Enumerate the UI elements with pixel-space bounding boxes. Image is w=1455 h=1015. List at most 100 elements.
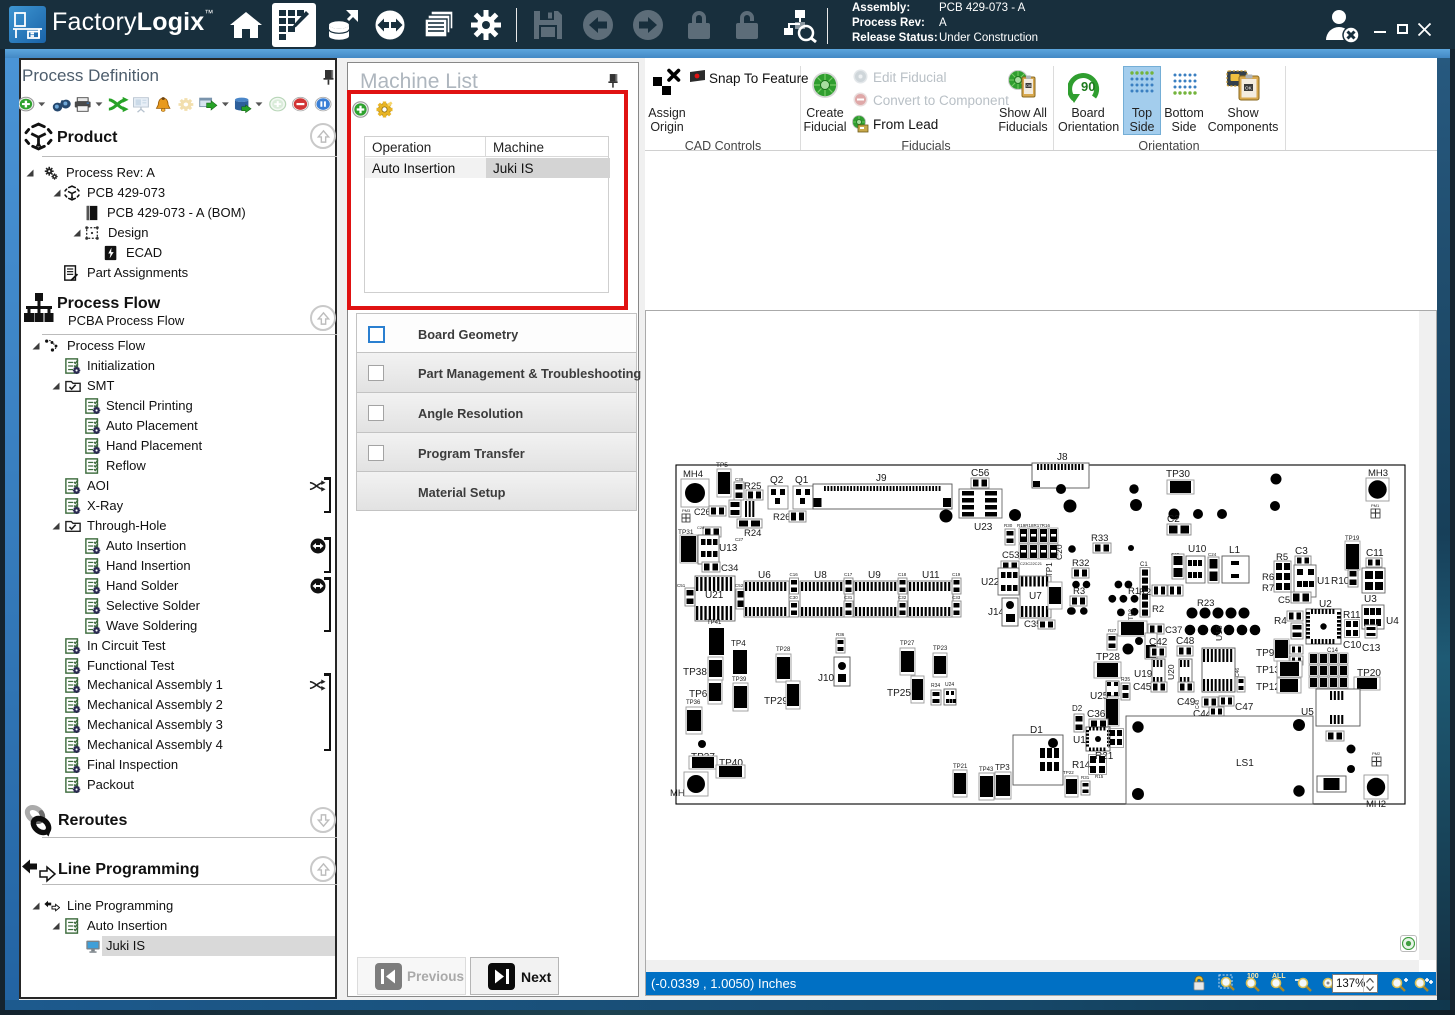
- svg-text:TP21: TP21: [953, 764, 968, 770]
- svg-text:R34: R34: [931, 683, 940, 689]
- svg-text:TP36: TP36: [686, 700, 701, 706]
- svg-text:R2: R2: [1152, 604, 1164, 615]
- svg-text:C32: C32: [898, 595, 907, 600]
- svg-text:R6: R6: [1262, 572, 1274, 583]
- svg-text:TP5: TP5: [716, 462, 728, 469]
- svg-text:TP23: TP23: [933, 646, 948, 652]
- svg-text:U9: U9: [868, 570, 881, 581]
- svg-text:R10: R10: [1331, 576, 1350, 587]
- svg-text:U19: U19: [1134, 669, 1153, 680]
- svg-text:C20: C20: [1054, 544, 1064, 560]
- svg-text:TP28: TP28: [776, 647, 791, 653]
- svg-text:TP29: TP29: [764, 696, 788, 707]
- svg-text:PM2: PM2: [1372, 751, 1381, 756]
- svg-text:C18: C18: [898, 572, 907, 577]
- svg-text:C43: C43: [1195, 700, 1201, 709]
- svg-text:U13: U13: [719, 543, 738, 554]
- svg-text:R32: R32: [1072, 558, 1089, 569]
- svg-text:MH2: MH2: [1366, 799, 1386, 810]
- svg-text:TP25: TP25: [887, 688, 911, 699]
- svg-text:TP30: TP30: [1166, 469, 1190, 480]
- svg-text:L1: L1: [1229, 545, 1241, 556]
- svg-text:C10: C10: [1343, 640, 1362, 651]
- svg-text:U6: U6: [758, 570, 771, 581]
- svg-text:C51: C51: [677, 583, 686, 588]
- svg-text:U7: U7: [1029, 591, 1042, 602]
- svg-text:90: 90: [1081, 79, 1095, 94]
- svg-text:U18: U18: [1214, 625, 1224, 641]
- svg-text:Q1: Q1: [795, 475, 809, 486]
- svg-text:J8: J8: [1057, 452, 1068, 463]
- svg-text:R30: R30: [1004, 523, 1013, 528]
- svg-text:R14: R14: [1072, 760, 1091, 771]
- svg-text:TP43: TP43: [979, 767, 994, 773]
- svg-text:MH3: MH3: [1368, 468, 1388, 479]
- svg-text:C48: C48: [1176, 636, 1195, 647]
- svg-text:TP3: TP3: [1129, 608, 1135, 620]
- svg-text:C30: C30: [790, 595, 799, 600]
- svg-text:TP1: TP1: [1045, 562, 1054, 577]
- svg-text:U23: U23: [974, 522, 993, 533]
- svg-text:C53: C53: [1002, 550, 1019, 561]
- svg-text:U22: U22: [981, 577, 1000, 588]
- svg-text:C33: C33: [952, 595, 961, 600]
- svg-text:C42: C42: [1149, 637, 1168, 648]
- svg-text:C17: C17: [844, 572, 853, 577]
- svg-text:R26: R26: [773, 512, 790, 523]
- svg-text:C49: C49: [1177, 697, 1196, 708]
- svg-text:C27: C27: [735, 537, 744, 542]
- svg-text:D2: D2: [1072, 704, 1083, 713]
- svg-text:C13: C13: [1362, 643, 1381, 654]
- svg-text:C45: C45: [1133, 682, 1152, 693]
- svg-text:C52: C52: [735, 583, 744, 588]
- svg-text:TP41: TP41: [707, 620, 722, 626]
- svg-text:R19R18R17R16: R19R18R17R16: [1017, 523, 1051, 528]
- svg-text:TP3: TP3: [995, 763, 1010, 772]
- svg-text:R35: R35: [1121, 677, 1130, 683]
- svg-text:R27: R27: [1108, 628, 1117, 633]
- svg-text:C26: C26: [694, 507, 711, 517]
- svg-text:U1: U1: [1317, 576, 1330, 587]
- svg-text:C37: C37: [1165, 625, 1182, 636]
- svg-text:U4: U4: [1386, 616, 1399, 627]
- svg-text:C47: C47: [1235, 702, 1254, 713]
- svg-text:PM1: PM1: [1371, 503, 1380, 508]
- svg-text:R31: R31: [1081, 775, 1090, 780]
- svg-text:U8: U8: [814, 570, 827, 581]
- svg-text:U11: U11: [922, 570, 940, 581]
- svg-text:C28: C28: [697, 525, 705, 530]
- svg-text:Q2: Q2: [770, 475, 784, 486]
- svg-text:TP27: TP27: [900, 641, 915, 647]
- svg-text:J9: J9: [876, 473, 887, 484]
- svg-text:C2: C2: [1167, 514, 1180, 525]
- svg-text:U2: U2: [1319, 599, 1332, 610]
- svg-text:C39: C39: [735, 477, 744, 482]
- svg-text:R7: R7: [1262, 583, 1274, 594]
- svg-text:TP22: TP22: [1063, 770, 1074, 775]
- svg-text:C5: C5: [1278, 595, 1290, 606]
- svg-text:R15: R15: [1095, 774, 1104, 779]
- svg-text:J10: J10: [818, 673, 835, 684]
- svg-text:U20: U20: [1166, 664, 1176, 680]
- svg-text:LS1: LS1: [1236, 758, 1254, 769]
- svg-text:R23: R23: [1197, 598, 1214, 609]
- svg-text:C46: C46: [1235, 668, 1241, 677]
- svg-text:R4: R4: [1274, 616, 1287, 627]
- svg-text:D1: D1: [1030, 725, 1043, 736]
- svg-text:PM3: PM3: [682, 508, 691, 513]
- svg-text:C19: C19: [952, 572, 961, 577]
- svg-text:U21: U21: [705, 590, 724, 601]
- svg-text:TP9: TP9: [1256, 648, 1275, 659]
- svg-text:C23C22C21: C23C22C21: [1020, 561, 1043, 566]
- svg-text:TP4: TP4: [731, 639, 746, 648]
- svg-text:TP39: TP39: [732, 677, 747, 683]
- svg-text:TP28: TP28: [1096, 652, 1120, 663]
- svg-text:C31: C31: [844, 595, 853, 600]
- svg-text:R24: R24: [744, 528, 761, 539]
- svg-text:C56: C56: [971, 468, 990, 479]
- svg-text:U3: U3: [1364, 594, 1377, 605]
- svg-text:R36: R36: [836, 632, 845, 637]
- svg-text:TP6: TP6: [689, 689, 708, 700]
- svg-text:TP38: TP38: [683, 667, 707, 678]
- svg-text:C3: C3: [1295, 546, 1308, 557]
